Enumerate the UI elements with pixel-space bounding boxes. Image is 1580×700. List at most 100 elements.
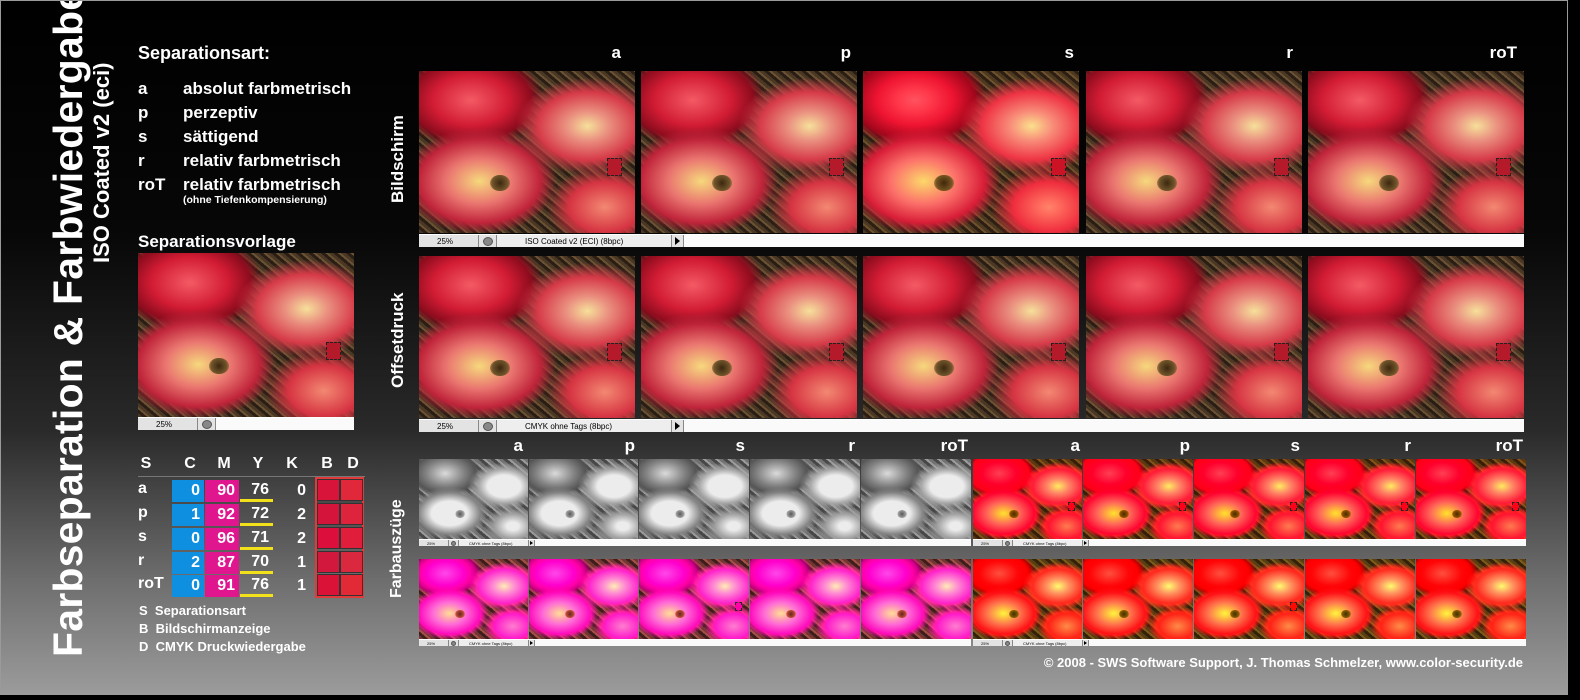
- apple-image-offset-p: [641, 256, 857, 418]
- profile-label: ISO Coated v2 (ECI) (8bpc): [497, 235, 672, 247]
- separation-image-magenta-r: [750, 559, 860, 639]
- info-icon: [479, 420, 497, 432]
- cyan-value: 0: [172, 528, 204, 550]
- print-color-swatch: [340, 574, 363, 596]
- apple-image-bildschirm-rot: [1308, 71, 1524, 233]
- magenta-value: 92: [205, 504, 239, 526]
- yellow-value: 72: [240, 504, 273, 526]
- info-icon: [1003, 640, 1013, 646]
- legend-note: (ohne Tiefenkompensierung): [183, 194, 327, 206]
- print-color-swatch: [340, 479, 363, 501]
- yellow-value: 76: [240, 575, 273, 597]
- status-bar-sep-2: 25% CMYK ohne Tags (8bpc): [973, 539, 1526, 546]
- separation-image-red-s: [1194, 459, 1304, 539]
- column-label: s: [1290, 436, 1300, 455]
- separation-image-yellow-s: [1194, 559, 1304, 639]
- column-label: r: [1404, 436, 1411, 455]
- legend-key: roT: [138, 175, 166, 194]
- legend-key: a: [138, 79, 148, 98]
- footnote-key: B: [139, 621, 149, 636]
- yellow-value: 70: [240, 552, 273, 574]
- arrow-right-icon[interactable]: [672, 420, 684, 432]
- profile-label: CMYK ohne Tags (8bpc): [1013, 640, 1083, 646]
- separation-image-yellow-p: [1083, 559, 1193, 639]
- print-color-swatch: [340, 551, 363, 573]
- separation-image-yellow-r: [1305, 559, 1415, 639]
- separation-image-red-r: [1305, 459, 1415, 539]
- apple-image-offset-rot: [1308, 256, 1524, 418]
- profile-label: CMYK ohne Tags (8bpc): [497, 420, 672, 432]
- separation-image-yellow-rot: [1416, 559, 1526, 639]
- zoom-value: 25%: [138, 418, 198, 430]
- apple-image-bildschirm-a: [419, 71, 635, 233]
- footnote-text: Bildschirmanzeige: [155, 621, 271, 636]
- legend-text: perzeptiv: [183, 103, 258, 122]
- footnote-key: D: [139, 639, 149, 654]
- info-icon: [479, 235, 497, 247]
- profile-label: CMYK ohne Tags (8bpc): [459, 540, 529, 546]
- yellow-value: 76: [240, 480, 273, 502]
- column-label: s: [735, 436, 745, 455]
- row-label-bildschirm: Bildschirm: [388, 115, 407, 203]
- status-bar-offsetdruck: 25% CMYK ohne Tags (8bpc): [419, 419, 1524, 432]
- zoom-value: 25%: [419, 420, 479, 432]
- separation-image-red-a: [973, 459, 1082, 539]
- print-color-swatch: [340, 503, 363, 525]
- table-header: M: [217, 455, 231, 472]
- separation-image-black-rot: [861, 459, 971, 539]
- arrow-right-icon[interactable]: [672, 235, 684, 247]
- footnote: D CMYK Druckwiedergabe: [139, 639, 306, 654]
- copyright-notice: © 2008 - SWS Software Support, J. Thomas…: [1043, 655, 1523, 670]
- source-apple-image: [138, 253, 354, 417]
- legend-text: sättigend: [183, 127, 259, 146]
- separation-image-black-p: [529, 459, 638, 539]
- footnote: B Bildschirmanzeige: [139, 621, 271, 636]
- table-header: K: [286, 455, 298, 472]
- screen-color-swatch: [317, 551, 340, 573]
- black-value: 1: [297, 577, 306, 594]
- zoom-value: 25%: [419, 640, 449, 646]
- separation-image-magenta-p: [529, 559, 638, 639]
- cyan-value: 0: [172, 575, 204, 597]
- apple-image-offset-r: [1086, 256, 1302, 418]
- separation-image-red-rot: [1416, 459, 1526, 539]
- column-label: r: [1286, 43, 1293, 62]
- column-label: p: [624, 436, 635, 455]
- legend-key: s: [138, 127, 148, 146]
- screen-color-swatch: [317, 479, 340, 501]
- table-header: C: [184, 455, 196, 472]
- separation-image-yellow-a: [973, 559, 1082, 639]
- magenta-value: 96: [205, 528, 239, 550]
- poster-frame: Farbseparation & Farbwiedergabe ISO Coat…: [0, 0, 1568, 695]
- info-icon: [449, 540, 459, 546]
- separation-image-black-a: [419, 459, 528, 539]
- cyan-value: 1: [172, 504, 204, 526]
- black-value: 0: [297, 482, 306, 499]
- screen-color-swatch: [317, 574, 340, 596]
- separation-image-magenta-a: [419, 559, 528, 639]
- table-row-label: r: [138, 552, 145, 569]
- black-value: 2: [297, 530, 306, 547]
- info-icon: [198, 418, 216, 430]
- black-value: 1: [297, 554, 306, 571]
- legend-text: relativ farbmetrisch: [183, 175, 341, 194]
- footnote: S Separationsart: [139, 603, 246, 618]
- separation-image-magenta-s: [639, 559, 749, 639]
- legend-heading: Separationsart:: [138, 43, 271, 63]
- source-status-bar: 25%: [138, 417, 354, 430]
- black-value: 2: [297, 506, 306, 523]
- apple-image-offset-s: [863, 256, 1079, 418]
- separation-image-magenta-rot: [861, 559, 971, 639]
- cyan-value: 2: [172, 552, 204, 574]
- separation-image-red-p: [1083, 459, 1193, 539]
- zoom-value: 25%: [973, 640, 1003, 646]
- separation-image-black-r: [750, 459, 860, 539]
- table-header: D: [347, 455, 359, 472]
- footnote-key: S: [139, 603, 148, 618]
- column-label: s: [1064, 43, 1074, 62]
- apple-image-bildschirm-p: [641, 71, 857, 233]
- zoom-value: 25%: [419, 235, 479, 247]
- column-label: p: [1179, 436, 1190, 455]
- column-label: p: [840, 43, 851, 62]
- magenta-value: 90: [205, 480, 239, 502]
